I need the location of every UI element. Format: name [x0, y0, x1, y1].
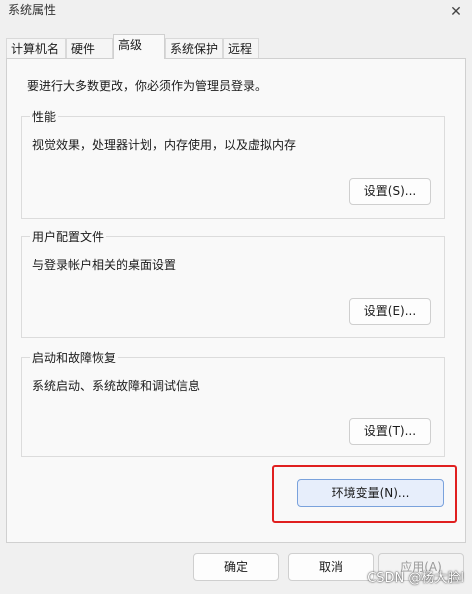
performance-settings-button[interactable]: 设置(S)... — [349, 178, 431, 205]
user-profiles-description: 与登录帐户相关的桌面设置 — [32, 258, 177, 272]
startup-recovery-group-title: 启动和故障恢复 — [30, 349, 119, 366]
title-bar: 系统属性 ✕ — [0, 0, 472, 28]
performance-description: 视觉效果，处理器计划，内存使用，以及虚拟内存 — [32, 138, 297, 152]
tab-advanced[interactable]: 高级 — [113, 34, 165, 59]
tab-hardware[interactable]: 硬件 — [66, 38, 113, 58]
tab-system-protection[interactable]: 系统保护 — [165, 38, 223, 58]
user-profiles-settings-button[interactable]: 设置(E)... — [349, 298, 431, 325]
startup-recovery-group: 启动和故障恢复 系统启动、系统故障和调试信息 设置(T)... — [21, 349, 445, 457]
cancel-button[interactable]: 取消 — [288, 553, 374, 581]
close-icon[interactable]: ✕ — [446, 2, 466, 22]
environment-variables-button[interactable]: 环境变量(N)... — [297, 479, 444, 507]
performance-group-title: 性能 — [30, 108, 59, 125]
startup-recovery-description: 系统启动、系统故障和调试信息 — [32, 379, 201, 393]
startup-recovery-settings-button[interactable]: 设置(T)... — [349, 418, 431, 445]
tab-strip: 计算机名 硬件 高级 系统保护 远程 — [6, 34, 466, 59]
tab-remote[interactable]: 远程 — [223, 38, 259, 58]
watermark: CSDN @杨大脸l — [367, 571, 464, 586]
user-profiles-group-title: 用户配置文件 — [30, 228, 107, 245]
window-title: 系统属性 — [8, 3, 57, 17]
performance-group: 性能 视觉效果，处理器计划，内存使用，以及虚拟内存 设置(S)... — [21, 108, 445, 219]
tab-computer-name[interactable]: 计算机名 — [6, 38, 66, 58]
advanced-tab-panel: 要进行大多数更改，你必须作为管理员登录。 性能 视觉效果，处理器计划，内存使用，… — [6, 58, 466, 543]
user-profiles-group: 用户配置文件 与登录帐户相关的桌面设置 设置(E)... — [21, 228, 445, 338]
admin-note: 要进行大多数更改，你必须作为管理员登录。 — [27, 79, 268, 93]
ok-button[interactable]: 确定 — [193, 553, 279, 581]
